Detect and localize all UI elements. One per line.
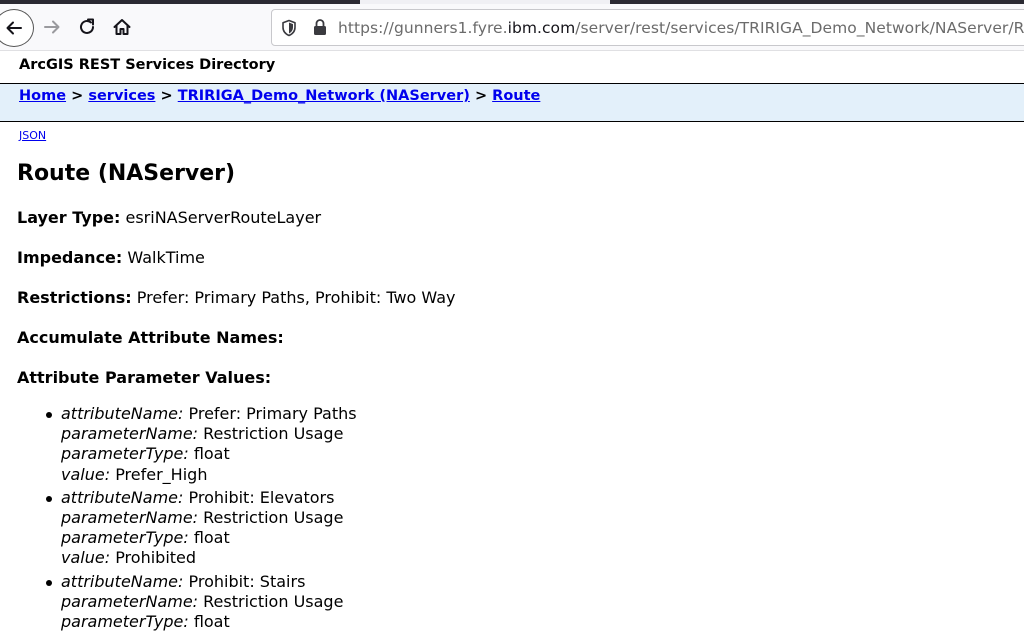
parameter-type-line: parameterType: float [61, 612, 357, 632]
page-title: Route (NAServer) [17, 161, 236, 186]
json-link[interactable]: JSON [19, 129, 46, 142]
layer-type-value: esriNAServerRouteLayer [125, 208, 322, 227]
parameter-name-line: parameterName: Restriction Usage [61, 508, 357, 528]
shield-icon[interactable] [280, 19, 298, 41]
attribute-parameter-list: attributeName: Prefer: Primary Paths par… [46, 404, 357, 635]
field-label: parameterName: [61, 424, 199, 444]
arrow-right-icon [44, 20, 60, 34]
field-value: Restriction Usage [203, 424, 344, 444]
field-label: parameterType: [61, 444, 189, 464]
field-value: Prohibit: Stairs [188, 571, 306, 591]
breadcrumb: Home > services > TRIRIGA_Demo_Network (… [19, 88, 540, 104]
arrow-left-icon [6, 21, 22, 35]
tab-strip-edge [0, 0, 1024, 4]
impedance-label: Impedance: [17, 248, 123, 267]
attribute-name-line: attributeName: Prefer: Primary Paths [61, 404, 357, 424]
restrictions-label: Restrictions: [17, 288, 132, 307]
impedance-value: WalkTime [127, 248, 205, 267]
field-label: parameterType: [61, 612, 189, 632]
accumulate-attribute-names-row: Accumulate Attribute Names: [17, 328, 284, 347]
list-item: attributeName: Prohibit: Stairs paramete… [46, 572, 357, 633]
field-label: value: [61, 464, 111, 484]
parameter-type-line: parameterType: float [61, 444, 357, 464]
url-text: https://gunners1.fyre.ibm.com/server/res… [338, 19, 1024, 37]
bullet-icon [46, 579, 52, 586]
address-bar[interactable]: https://gunners1.fyre.ibm.com/server/res… [271, 9, 1024, 46]
breadcrumb-route-link[interactable]: Route [492, 88, 540, 104]
breadcrumb-network-link[interactable]: TRIRIGA_Demo_Network (NAServer) [178, 88, 470, 104]
list-item: attributeName: Prohibit: Elevators param… [46, 488, 357, 569]
field-label: attributeName: [61, 487, 184, 507]
directory-title: ArcGIS REST Services Directory [19, 57, 276, 73]
field-value: Prohibited [115, 548, 197, 568]
bullet-icon [46, 412, 52, 418]
layer-type-row: Layer Type: esriNAServerRouteLayer [17, 208, 321, 227]
forward-button[interactable] [37, 12, 67, 42]
field-value: float [193, 612, 230, 632]
parameter-name-line: parameterName: Restriction Usage [61, 592, 357, 612]
field-value: Restriction Usage [203, 591, 344, 611]
parameter-name-line: parameterName: Restriction Usage [61, 424, 357, 444]
field-label: parameterName: [61, 508, 199, 528]
breadcrumb-separator: > [160, 88, 173, 104]
lock-icon[interactable] [312, 18, 328, 40]
attribute-parameter-values-label: Attribute Parameter Values: [17, 368, 272, 387]
field-label: value: [61, 548, 111, 568]
breadcrumb-bar: Home > services > TRIRIGA_Demo_Network (… [0, 83, 1024, 122]
home-icon [113, 19, 131, 35]
breadcrumb-separator: > [71, 88, 84, 104]
field-label: attributeName: [61, 404, 184, 423]
reload-icon [80, 18, 94, 34]
breadcrumb-separator: > [474, 88, 488, 104]
breadcrumb-home-link[interactable]: Home [19, 88, 66, 104]
attribute-name-line: attributeName: Prohibit: Stairs [61, 572, 357, 592]
field-value: Prohibit: Elevators [188, 487, 335, 507]
field-value: Prefer_High [115, 464, 208, 484]
field-value: Restriction Usage [203, 508, 344, 528]
restrictions-row: Restrictions: Prefer: Primary Paths, Pro… [17, 288, 455, 307]
layer-type-label: Layer Type: [17, 208, 121, 227]
url-path: /server/rest/services/TRIRIGA_Demo_Netwo… [575, 19, 1024, 37]
accumulate-attribute-names-label: Accumulate Attribute Names: [17, 328, 284, 347]
value-line: value: Prohibited [61, 548, 357, 568]
field-label: parameterName: [61, 591, 199, 611]
bullet-icon [46, 495, 52, 502]
restrictions-value: Prefer: Primary Paths, Prohibit: Two Way [136, 288, 456, 307]
field-value: float [193, 444, 230, 464]
url-prefix: https://gunners1.fyre. [338, 19, 508, 37]
reload-button[interactable] [72, 12, 102, 42]
attribute-name-line: attributeName: Prohibit: Elevators [61, 488, 357, 508]
breadcrumb-services-link[interactable]: services [88, 88, 155, 104]
field-label: attributeName: [61, 571, 184, 591]
field-value: float [193, 528, 230, 548]
list-item: attributeName: Prefer: Primary Paths par… [46, 404, 357, 485]
browser-toolbar: https://gunners1.fyre.ibm.com/server/res… [0, 0, 1024, 51]
url-host: ibm.com [507, 19, 576, 37]
value-line: value: Prefer_High [61, 465, 357, 485]
attribute-parameter-values-row: Attribute Parameter Values: [17, 368, 271, 387]
impedance-row: Impedance: WalkTime [17, 248, 205, 267]
home-button[interactable] [107, 12, 137, 42]
field-label: parameterType: [61, 528, 189, 548]
field-value: Prefer: Primary Paths [188, 404, 357, 423]
back-button[interactable] [0, 9, 34, 47]
parameter-type-line: parameterType: float [61, 528, 357, 548]
